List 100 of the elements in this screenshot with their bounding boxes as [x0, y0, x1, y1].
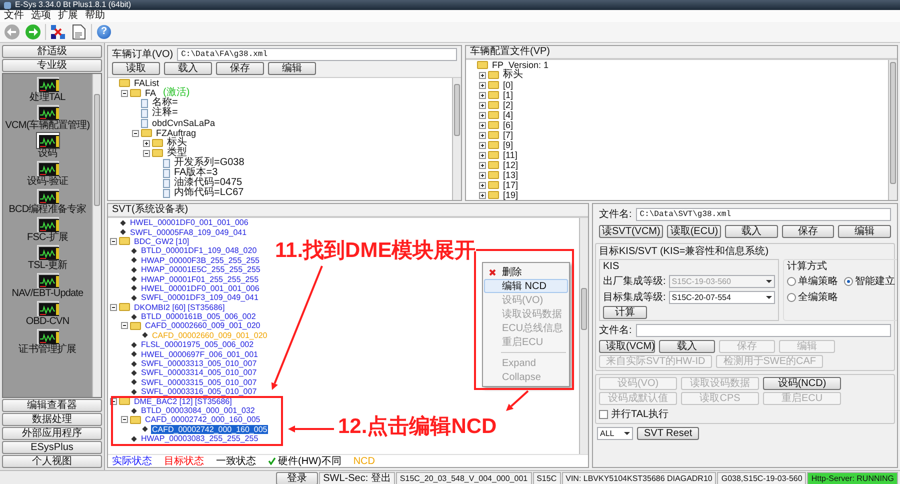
- tree-item[interactable]: FAList: [133, 78, 160, 88]
- tree-item[interactable]: BTLD_00003084_000_001_032: [140, 407, 256, 414]
- tree-item[interactable]: 类型: [166, 148, 188, 158]
- tool-label[interactable]: NAV/EBT-Update: [12, 288, 84, 299]
- minus-box-icon[interactable]: [110, 304, 117, 311]
- tree-item[interactable]: SWFL_00001DF3_109_049_041: [140, 294, 260, 302]
- tool-icon-frame[interactable]: [36, 245, 58, 260]
- action-button[interactable]: 读SVT(VCM): [599, 225, 664, 238]
- plus-box-icon[interactable]: [479, 72, 486, 78]
- path-field[interactable]: [636, 324, 891, 336]
- mode-button[interactable]: 专业级: [2, 59, 102, 72]
- tree-item[interactable]: BTLD_00001DF1_109_048_020: [140, 247, 258, 254]
- plus-box-icon[interactable]: [479, 92, 486, 98]
- radio-button[interactable]: [786, 276, 796, 286]
- tree-item[interactable]: DME_BAC2 [12] [ST35686]: [133, 398, 233, 405]
- tree-item[interactable]: [19]: [502, 190, 520, 200]
- checkbox[interactable]: [599, 410, 608, 418]
- tool-icon-frame[interactable]: [36, 77, 58, 92]
- tool-label[interactable]: 处理TAL: [30, 92, 66, 103]
- tree-item[interactable]: FA: [144, 88, 158, 98]
- tree-item[interactable]: SWFL_00003316_005_010_007: [140, 388, 258, 396]
- tree-item[interactable]: HWEL_00001DF0_001_001_006: [129, 219, 250, 226]
- tree-item[interactable]: FP_Version: 1: [491, 60, 550, 70]
- path-field[interactable]: C:\Data\FA\g38.xml: [177, 48, 457, 60]
- tool-label[interactable]: 设码-验证: [26, 176, 68, 187]
- tool-label[interactable]: 证书管理扩展: [18, 344, 76, 355]
- tree-item[interactable]: SWFL_00003313_005_010_007: [140, 360, 258, 368]
- plus-box-icon[interactable]: [479, 172, 486, 178]
- action-button[interactable]: 读取: [112, 62, 160, 75]
- sidebar-button[interactable]: 个人视图: [2, 455, 102, 468]
- caret-icon[interactable]: [624, 432, 630, 435]
- plus-box-icon[interactable]: [479, 192, 486, 198]
- radio-button[interactable]: [786, 292, 796, 302]
- login-button[interactable]: 登录: [276, 472, 318, 484]
- tree-item[interactable]: obdCvnSaLaPa: [151, 118, 216, 128]
- tree-item[interactable]: HWAP_00001F01_255_255_255: [140, 276, 260, 283]
- document-icon[interactable]: [72, 24, 86, 40]
- connection-icon[interactable]: [50, 24, 66, 40]
- tree-item[interactable]: 名称=: [151, 98, 179, 108]
- tree-item[interactable]: CAFD_00002742_000_160_005: [151, 424, 268, 434]
- tool-label[interactable]: 设码: [38, 148, 58, 159]
- scrollbar[interactable]: [888, 60, 897, 200]
- action-button[interactable]: 载入: [725, 225, 778, 238]
- tool-label[interactable]: OBD-CVN: [26, 316, 70, 327]
- tree-item[interactable]: FA版本=3: [173, 168, 219, 178]
- scrollbar[interactable]: [92, 74, 101, 397]
- plus-box-icon[interactable]: [479, 182, 486, 188]
- tree-item[interactable]: [0]: [502, 80, 514, 90]
- tool-icon-frame[interactable]: [36, 329, 58, 344]
- tree-item[interactable]: SWFL_00005FA8_109_049_041: [129, 228, 248, 236]
- tool-label[interactable]: FSC-扩展: [27, 232, 68, 243]
- action-button[interactable]: 保存: [782, 225, 834, 238]
- sidebar-button[interactable]: ESysPlus: [2, 441, 102, 454]
- tree-item[interactable]: FZAuftrag: [155, 128, 198, 138]
- reset-button[interactable]: SVT Reset: [637, 427, 700, 440]
- tree-item[interactable]: 标头: [502, 70, 524, 80]
- tool-label[interactable]: TSL-更新: [28, 260, 68, 271]
- minus-box-icon[interactable]: [121, 416, 128, 424]
- minus-box-icon[interactable]: [121, 90, 128, 96]
- tree-item[interactable]: [2]: [502, 100, 514, 110]
- tree-item[interactable]: CAFD_00002660_009_001_020: [144, 322, 262, 330]
- tree-item[interactable]: [12]: [502, 160, 520, 170]
- plus-box-icon[interactable]: [479, 112, 486, 118]
- tool-label[interactable]: BCD编程准备专家: [8, 204, 86, 215]
- menu-item[interactable]: 扩展: [58, 10, 78, 22]
- scrollbar[interactable]: [579, 218, 588, 454]
- minus-box-icon[interactable]: [110, 238, 117, 245]
- tree-item[interactable]: [11]: [502, 150, 518, 160]
- tree-item[interactable]: CAFD_00002742_000_160_005: [144, 416, 262, 424]
- tree-item[interactable]: HWEL_00001DF0_001_001_006: [140, 284, 260, 292]
- tree-item[interactable]: DKOMBI2 [60] [ST35686]: [133, 304, 226, 311]
- action-button[interactable]: 载入: [164, 62, 212, 75]
- caret-icon[interactable]: [766, 296, 772, 298]
- action-button[interactable]: 计算: [603, 306, 647, 319]
- tool-icon-frame[interactable]: [36, 273, 58, 288]
- menu-item[interactable]: 编辑 NCD: [484, 279, 568, 293]
- minus-box-icon[interactable]: [121, 322, 128, 330]
- tree-item[interactable]: [6]: [502, 120, 514, 130]
- action-button[interactable]: 读取(ECU): [667, 225, 722, 238]
- plus-box-icon[interactable]: [479, 82, 486, 88]
- tree-item[interactable]: SWFL_00003315_005_010_007: [140, 378, 258, 386]
- tree-item[interactable]: HWAP_00000F3B_255_255_255: [140, 256, 260, 264]
- sidebar-button[interactable]: 编辑查看器: [2, 399, 102, 412]
- tree-item[interactable]: FLSL_00001975_005_006_002: [140, 341, 255, 348]
- tree-item[interactable]: [4]: [502, 110, 514, 120]
- tree-item[interactable]: 注释=: [151, 108, 179, 118]
- menu-item[interactable]: 选项: [31, 10, 51, 22]
- scrollbar[interactable]: [452, 78, 461, 200]
- tool-label[interactable]: VCM(车辆配置管理): [5, 120, 90, 131]
- tree-item[interactable]: BDC_GW2 [10]: [133, 238, 190, 245]
- menu-item[interactable]: 文件: [4, 10, 24, 22]
- checkbox-label[interactable]: 并行TAL执行: [611, 407, 669, 421]
- tree-item[interactable]: HWEL_0000697F_006_001_001: [140, 350, 259, 358]
- tree-item[interactable]: [7]: [502, 130, 514, 140]
- plus-box-icon[interactable]: [479, 122, 486, 128]
- tool-icon-frame[interactable]: [36, 161, 58, 176]
- tool-icon-frame[interactable]: [36, 217, 58, 232]
- plus-box-icon[interactable]: [479, 132, 486, 138]
- tree-item[interactable]: 标头: [166, 138, 188, 148]
- radio-button[interactable]: [844, 276, 853, 286]
